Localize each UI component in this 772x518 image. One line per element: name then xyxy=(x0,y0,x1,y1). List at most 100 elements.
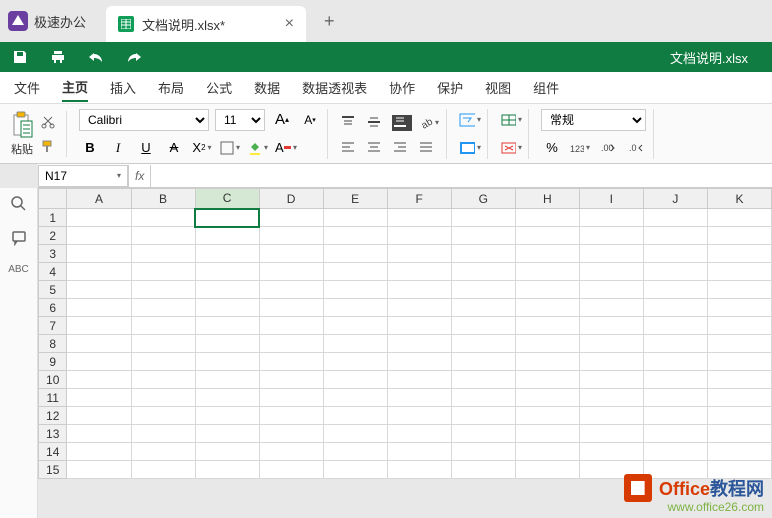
cell-E2[interactable] xyxy=(323,227,387,245)
cell-K13[interactable] xyxy=(707,425,771,443)
cell-C7[interactable] xyxy=(195,317,259,335)
cell-F5[interactable] xyxy=(387,281,451,299)
paste-button[interactable]: 粘贴 xyxy=(10,111,34,157)
font-size-select[interactable]: 11 xyxy=(215,109,265,131)
decrease-decimal-icon[interactable]: .0 xyxy=(625,137,647,159)
cell-G5[interactable] xyxy=(451,281,515,299)
cell-F10[interactable] xyxy=(387,371,451,389)
cell-C3[interactable] xyxy=(195,245,259,263)
cell-I10[interactable] xyxy=(579,371,643,389)
col-header-K[interactable]: K xyxy=(707,189,771,209)
cell-D6[interactable] xyxy=(259,299,323,317)
cell-H11[interactable] xyxy=(515,389,579,407)
align-middle-icon[interactable] xyxy=(366,115,386,131)
col-header-I[interactable]: I xyxy=(579,189,643,209)
number-format-select[interactable]: 常规 xyxy=(541,109,646,131)
strikethrough-button[interactable]: A xyxy=(163,137,185,159)
cell-J9[interactable] xyxy=(643,353,707,371)
menu-插入[interactable]: 插入 xyxy=(110,74,136,101)
align-right-icon[interactable] xyxy=(392,140,412,156)
cell-I7[interactable] xyxy=(579,317,643,335)
cell-D8[interactable] xyxy=(259,335,323,353)
cell-C10[interactable] xyxy=(195,371,259,389)
cell-F2[interactable] xyxy=(387,227,451,245)
cell-I12[interactable] xyxy=(579,407,643,425)
row-header-13[interactable]: 13 xyxy=(39,425,67,443)
menu-组件[interactable]: 组件 xyxy=(533,74,559,101)
insert-button[interactable]: ▾ xyxy=(500,109,522,131)
cell-B4[interactable] xyxy=(131,263,195,281)
cell-K1[interactable] xyxy=(707,209,771,227)
formula-input[interactable] xyxy=(151,165,772,187)
cell-K15[interactable] xyxy=(707,461,771,479)
fx-label[interactable]: fx xyxy=(128,165,151,187)
print-icon[interactable] xyxy=(50,49,66,65)
cell-E15[interactable] xyxy=(323,461,387,479)
cell-E12[interactable] xyxy=(323,407,387,425)
menu-公式[interactable]: 公式 xyxy=(206,74,232,101)
cell-B13[interactable] xyxy=(131,425,195,443)
align-justify-icon[interactable] xyxy=(418,140,438,156)
cell-D3[interactable] xyxy=(259,245,323,263)
cell-G3[interactable] xyxy=(451,245,515,263)
align-center-icon[interactable] xyxy=(366,140,386,156)
cell-G11[interactable] xyxy=(451,389,515,407)
cell-D1[interactable] xyxy=(259,209,323,227)
cell-I14[interactable] xyxy=(579,443,643,461)
merge-button[interactable]: ▾ xyxy=(459,137,481,159)
underline-button[interactable]: U xyxy=(135,137,157,159)
align-top-icon[interactable] xyxy=(340,115,360,131)
cell-C6[interactable] xyxy=(195,299,259,317)
menu-协作[interactable]: 协作 xyxy=(389,74,415,101)
cell-A8[interactable] xyxy=(67,335,131,353)
select-all-corner[interactable] xyxy=(39,189,67,209)
cell-A1[interactable] xyxy=(67,209,131,227)
row-header-9[interactable]: 9 xyxy=(39,353,67,371)
bold-button[interactable]: B xyxy=(79,137,101,159)
cell-K7[interactable] xyxy=(707,317,771,335)
cell-H1[interactable] xyxy=(515,209,579,227)
font-color-button[interactable]: A▾ xyxy=(275,137,297,159)
cell-H15[interactable] xyxy=(515,461,579,479)
cell-F14[interactable] xyxy=(387,443,451,461)
cell-C4[interactable] xyxy=(195,263,259,281)
fill-color-button[interactable]: ▾ xyxy=(247,137,269,159)
cell-J7[interactable] xyxy=(643,317,707,335)
cell-F12[interactable] xyxy=(387,407,451,425)
cell-F8[interactable] xyxy=(387,335,451,353)
cell-K14[interactable] xyxy=(707,443,771,461)
cell-I15[interactable] xyxy=(579,461,643,479)
cell-B15[interactable] xyxy=(131,461,195,479)
cell-G14[interactable] xyxy=(451,443,515,461)
cell-E8[interactable] xyxy=(323,335,387,353)
cell-B5[interactable] xyxy=(131,281,195,299)
col-header-A[interactable]: A xyxy=(67,189,131,209)
cell-A6[interactable] xyxy=(67,299,131,317)
search-icon[interactable] xyxy=(11,196,27,212)
save-icon[interactable] xyxy=(12,49,28,65)
cell-J8[interactable] xyxy=(643,335,707,353)
cell-E3[interactable] xyxy=(323,245,387,263)
cell-H7[interactable] xyxy=(515,317,579,335)
document-tab[interactable]: 文档说明.xlsx* × xyxy=(106,6,306,42)
cell-K5[interactable] xyxy=(707,281,771,299)
cell-H14[interactable] xyxy=(515,443,579,461)
cell-B2[interactable] xyxy=(131,227,195,245)
cell-J10[interactable] xyxy=(643,371,707,389)
cell-D13[interactable] xyxy=(259,425,323,443)
accounting-button[interactable]: 123▾ xyxy=(569,137,591,159)
cell-C1[interactable] xyxy=(195,209,259,227)
cell-I3[interactable] xyxy=(579,245,643,263)
cell-G1[interactable] xyxy=(451,209,515,227)
cell-C11[interactable] xyxy=(195,389,259,407)
orientation-button[interactable]: ab▾ xyxy=(418,112,440,134)
cell-K10[interactable] xyxy=(707,371,771,389)
cell-D5[interactable] xyxy=(259,281,323,299)
cell-F7[interactable] xyxy=(387,317,451,335)
format-painter-icon[interactable] xyxy=(38,137,58,155)
cell-C5[interactable] xyxy=(195,281,259,299)
cell-C13[interactable] xyxy=(195,425,259,443)
redo-icon[interactable] xyxy=(126,50,142,64)
col-header-G[interactable]: G xyxy=(451,189,515,209)
cell-G12[interactable] xyxy=(451,407,515,425)
